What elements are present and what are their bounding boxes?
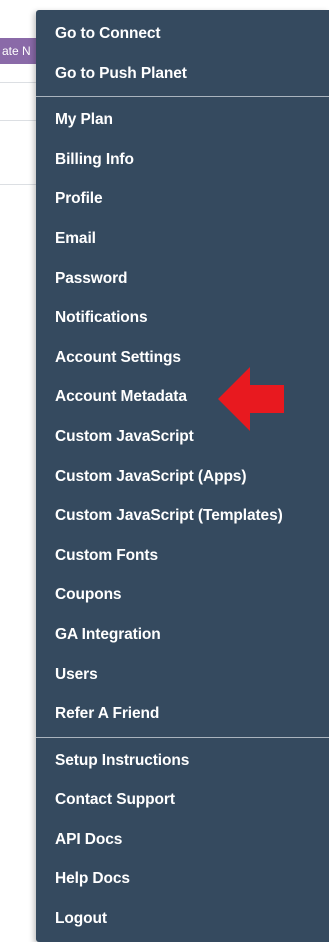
menu-item-help-docs[interactable]: Help Docs [36,859,329,899]
background-divider [0,120,36,121]
red-left-arrow-icon [218,367,284,431]
menu-item-refer-a-friend[interactable]: Refer A Friend [36,694,329,734]
menu-item-logout[interactable]: Logout [36,899,329,939]
menu-item-coupons[interactable]: Coupons [36,575,329,615]
menu-item-go-to-push-planet[interactable]: Go to Push Planet [36,54,329,94]
menu-item-notifications[interactable]: Notifications [36,298,329,338]
account-dropdown-menu: Go to Connect Go to Push Planet My Plan … [36,10,329,942]
background-divider [0,184,36,185]
menu-divider [36,736,329,738]
menu-item-setup-instructions[interactable]: Setup Instructions [36,741,329,781]
menu-divider [36,96,329,98]
menu-item-custom-javascript-apps[interactable]: Custom JavaScript (Apps) [36,457,329,497]
menu-item-go-to-connect[interactable]: Go to Connect [36,14,329,54]
menu-item-api-docs[interactable]: API Docs [36,820,329,860]
background-page: ate N [0,0,40,939]
menu-item-ga-integration[interactable]: GA Integration [36,615,329,655]
menu-item-password[interactable]: Password [36,259,329,299]
menu-item-my-plan[interactable]: My Plan [36,100,329,140]
menu-item-profile[interactable]: Profile [36,179,329,219]
menu-item-users[interactable]: Users [36,655,329,695]
background-divider [0,82,36,83]
menu-group-navigation: Go to Connect Go to Push Planet [36,14,329,93]
background-create-button[interactable]: ate N [0,38,40,64]
menu-item-custom-javascript-templates[interactable]: Custom JavaScript (Templates) [36,496,329,536]
menu-item-contact-support[interactable]: Contact Support [36,780,329,820]
menu-item-email[interactable]: Email [36,219,329,259]
menu-item-custom-fonts[interactable]: Custom Fonts [36,536,329,576]
menu-item-billing-info[interactable]: Billing Info [36,140,329,180]
menu-group-support: Setup Instructions Contact Support API D… [36,741,329,939]
